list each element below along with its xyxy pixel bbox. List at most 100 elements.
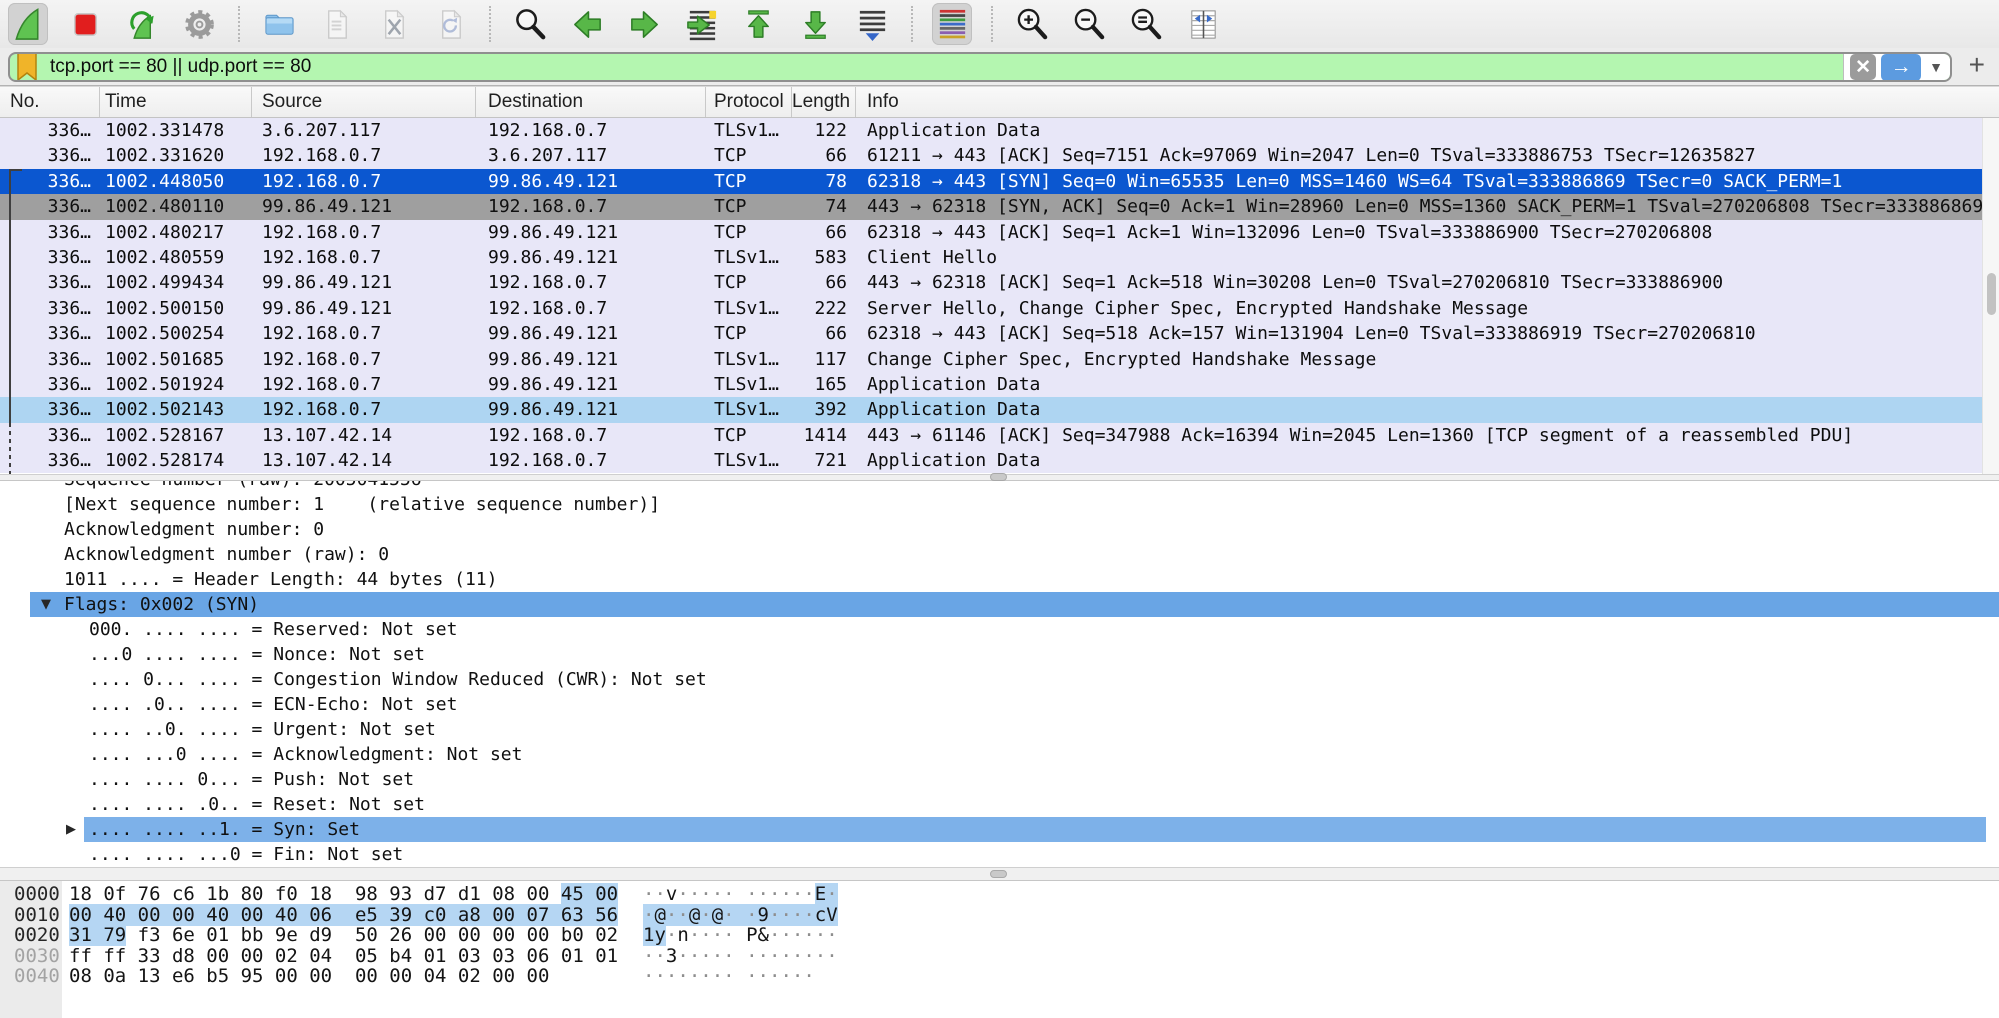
splitter-handle-icon[interactable] bbox=[990, 473, 1007, 481]
detail-line[interactable]: .... .... .0.. = Reset: Not set bbox=[0, 792, 1999, 817]
packet-row[interactable]: 336…1002.49943499.86.49.121192.168.0.7TC… bbox=[0, 270, 1999, 295]
capture-options-icon[interactable] bbox=[179, 3, 219, 45]
scrollbar-track[interactable] bbox=[1982, 118, 1999, 474]
cell-protocol: TLSv1… bbox=[706, 245, 792, 270]
packet-row[interactable]: 336…1002.501685192.168.0.799.86.49.121TL… bbox=[0, 347, 1999, 372]
display-filter-input[interactable]: tcp.port == 80 || udp.port == 80 ✕ → ▼ bbox=[8, 52, 1952, 82]
expand-arrow-icon[interactable]: ▶ bbox=[66, 817, 76, 842]
zoom-reset-icon[interactable] bbox=[1126, 3, 1166, 45]
zoom-out-icon[interactable] bbox=[1069, 3, 1109, 45]
resize-columns-icon[interactable] bbox=[1183, 3, 1223, 45]
cell-no: 336… bbox=[0, 270, 100, 295]
detail-line[interactable]: Acknowledgment number (raw): 0 bbox=[0, 542, 1999, 567]
hex-row[interactable]: 002031 79 f3 6e 01 bb 9e d9 50 26 00 00 … bbox=[0, 925, 1999, 946]
pane-splitter-bottom[interactable] bbox=[0, 867, 1999, 881]
packet-row[interactable]: 336…1002.448050192.168.0.799.86.49.121TC… bbox=[0, 169, 1999, 194]
previous-packet-icon[interactable] bbox=[567, 3, 607, 45]
stop-capture-icon[interactable] bbox=[65, 3, 105, 45]
scrollbar-thumb[interactable] bbox=[1987, 273, 1996, 315]
reload-file-icon[interactable] bbox=[430, 3, 470, 45]
detail-line[interactable]: ▶.... .... ..1. = Syn: Set bbox=[0, 817, 1999, 842]
open-file-icon[interactable] bbox=[259, 3, 299, 45]
start-capture-icon[interactable] bbox=[8, 3, 48, 45]
hex-row[interactable]: 000018 0f 76 c6 1b 80 f0 18 98 93 d7 d1 … bbox=[0, 884, 1999, 905]
cell-info: 443 → 62318 [SYN, ACK] Seq=0 Ack=1 Win=2… bbox=[856, 194, 1999, 219]
first-packet-icon[interactable] bbox=[738, 3, 778, 45]
cell-time: 1002.499434 bbox=[100, 270, 252, 295]
go-to-packet-icon[interactable] bbox=[681, 3, 721, 45]
cell-length: 66 bbox=[792, 321, 856, 346]
packet-row[interactable]: 336…1002.480559192.168.0.799.86.49.121TL… bbox=[0, 245, 1999, 270]
cell-no: 336… bbox=[0, 194, 100, 219]
packet-row[interactable]: 336…1002.500254192.168.0.799.86.49.121TC… bbox=[0, 321, 1999, 346]
packet-row[interactable]: 336…1002.48011099.86.49.121192.168.0.7TC… bbox=[0, 194, 1999, 219]
detail-line[interactable]: Acknowledgment number: 0 bbox=[0, 517, 1999, 542]
clear-filter-button[interactable]: ✕ bbox=[1850, 54, 1876, 80]
hex-row[interactable]: 0030ff ff 33 d8 00 00 02 04 05 b4 01 03 … bbox=[0, 946, 1999, 967]
last-packet-icon[interactable] bbox=[795, 3, 835, 45]
hex-row[interactable]: 001000 40 00 00 40 00 40 06 e5 39 c0 a8 … bbox=[0, 905, 1999, 926]
detail-text: 000. .... .... = Reserved: Not set bbox=[89, 617, 457, 642]
next-packet-icon[interactable] bbox=[624, 3, 664, 45]
find-packet-icon[interactable] bbox=[510, 3, 550, 45]
cell-info: Client Hello bbox=[856, 245, 1999, 270]
detail-highlight bbox=[30, 592, 1999, 617]
cell-destination: 192.168.0.7 bbox=[476, 194, 706, 219]
save-file-icon[interactable] bbox=[316, 3, 356, 45]
detail-line[interactable]: .... ...0 .... = Acknowledgment: Not set bbox=[0, 742, 1999, 767]
collapse-arrow-icon[interactable]: ▼ bbox=[41, 592, 51, 617]
column-header-protocol[interactable]: Protocol bbox=[706, 87, 792, 117]
pane-splitter-top[interactable] bbox=[0, 474, 1999, 481]
auto-scroll-icon[interactable] bbox=[852, 3, 892, 45]
packet-row[interactable]: 336…1002.480217192.168.0.799.86.49.121TC… bbox=[0, 220, 1999, 245]
chevron-down-icon[interactable]: ▼ bbox=[1926, 59, 1946, 75]
detail-line[interactable]: .... ..0. .... = Urgent: Not set bbox=[0, 717, 1999, 742]
packet-row[interactable]: 336…1002.3314783.6.207.117192.168.0.7TLS… bbox=[0, 118, 1999, 143]
detail-line[interactable]: .... .0.. .... = ECN-Echo: Not set bbox=[0, 692, 1999, 717]
detail-line[interactable]: .... .... ...0 = Fin: Not set bbox=[0, 842, 1999, 867]
detail-text: Sequence number (raw): 2005041556 bbox=[64, 481, 422, 492]
packet-row[interactable]: 336…1002.52816713.107.42.14192.168.0.7TC… bbox=[0, 423, 1999, 448]
cell-time: 1002.501685 bbox=[100, 347, 252, 372]
restart-capture-icon[interactable] bbox=[122, 3, 162, 45]
column-header-no[interactable]: No. bbox=[0, 87, 100, 117]
close-file-icon[interactable] bbox=[373, 3, 413, 45]
zoom-in-icon[interactable] bbox=[1012, 3, 1052, 45]
cell-no: 336… bbox=[0, 245, 100, 270]
column-header-info[interactable]: Info bbox=[856, 87, 1999, 117]
detail-line[interactable]: .... .... 0... = Push: Not set bbox=[0, 767, 1999, 792]
detail-line[interactable]: ...0 .... .... = Nonce: Not set bbox=[0, 642, 1999, 667]
detail-line[interactable]: Sequence number (raw): 2005041556 bbox=[0, 481, 1999, 492]
packet-row[interactable]: 336…1002.52817413.107.42.14192.168.0.7TL… bbox=[0, 448, 1999, 473]
detail-line[interactable]: 000. .... .... = Reserved: Not set bbox=[0, 617, 1999, 642]
packet-row[interactable]: 336…1002.502143192.168.0.799.86.49.121TL… bbox=[0, 397, 1999, 422]
hex-row[interactable]: 004008 0a 13 e6 b5 95 00 00 00 00 04 02 … bbox=[0, 966, 1999, 987]
detail-text: ...0 .... .... = Nonce: Not set bbox=[89, 642, 425, 667]
apply-filter-button[interactable]: → bbox=[1881, 54, 1921, 81]
filter-text[interactable]: tcp.port == 80 || udp.port == 80 bbox=[50, 56, 311, 78]
cell-no: 336… bbox=[0, 296, 100, 321]
splitter-handle-icon[interactable] bbox=[990, 870, 1007, 878]
detail-line[interactable]: [Next sequence number: 1 (relative seque… bbox=[0, 492, 1999, 517]
detail-line[interactable]: .... 0... .... = Congestion Window Reduc… bbox=[0, 667, 1999, 692]
colorize-icon[interactable] bbox=[932, 3, 972, 45]
wireshark-window: tcp.port == 80 || udp.port == 80 ✕ → ▼ +… bbox=[0, 0, 1999, 1018]
packet-row[interactable]: 336…1002.331620192.168.0.73.6.207.117TCP… bbox=[0, 143, 1999, 168]
add-filter-button[interactable]: + bbox=[1969, 49, 1985, 81]
cell-destination: 192.168.0.7 bbox=[476, 270, 706, 295]
detail-line[interactable]: 1011 .... = Header Length: 44 bytes (11) bbox=[0, 567, 1999, 592]
packet-row[interactable]: 336…1002.50015099.86.49.121192.168.0.7TL… bbox=[0, 296, 1999, 321]
column-header-length[interactable]: Length bbox=[792, 87, 856, 117]
cell-source: 192.168.0.7 bbox=[252, 245, 476, 270]
hex-offset: 0030 bbox=[14, 946, 60, 967]
packet-row[interactable]: 336…1002.501924192.168.0.799.86.49.121TL… bbox=[0, 372, 1999, 397]
cell-protocol: TCP bbox=[706, 220, 792, 245]
cell-length: 392 bbox=[792, 397, 856, 422]
detail-line[interactable]: ▼Flags: 0x002 (SYN) bbox=[0, 592, 1999, 617]
column-header-destination[interactable]: Destination bbox=[476, 87, 706, 117]
cell-source: 3.6.207.117 bbox=[252, 118, 476, 143]
bookmark-icon[interactable] bbox=[16, 52, 38, 82]
column-header-time[interactable]: Time bbox=[100, 87, 252, 117]
column-header-source[interactable]: Source bbox=[252, 87, 476, 117]
cell-source: 192.168.0.7 bbox=[252, 321, 476, 346]
